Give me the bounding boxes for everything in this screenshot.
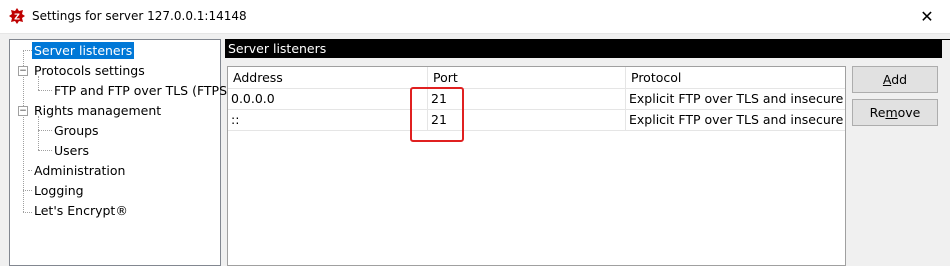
table-row[interactable]: :: 21 Explicit FTP over TLS and insecure… — [228, 110, 845, 131]
tree-item-administration[interactable]: Administration — [32, 162, 127, 179]
column-header-port[interactable]: Port — [428, 67, 626, 88]
cell-address[interactable]: :: — [228, 110, 428, 130]
tree-item-groups[interactable]: Groups — [52, 122, 101, 139]
vertical-scrollbar[interactable] — [942, 40, 950, 266]
remove-button-underline: m — [885, 105, 898, 120]
listeners-table[interactable]: Address Port Protocol 0.0.0.0 21 Explici… — [227, 66, 846, 266]
tree-item-logging[interactable]: Logging — [32, 182, 86, 199]
port-highlight-box — [410, 87, 464, 142]
expand-toggle-protocols[interactable]: − — [18, 66, 28, 76]
section-title: Server listeners — [225, 39, 950, 58]
remove-button[interactable]: Remove — [852, 99, 938, 126]
add-button[interactable]: Add — [852, 66, 938, 93]
table-row[interactable]: 0.0.0.0 21 Explicit FTP over TLS and ins… — [228, 89, 845, 110]
remove-button-rest: ove — [897, 105, 921, 120]
minus-icon: − — [19, 66, 27, 76]
tree-connector — [23, 190, 32, 191]
tree-connector — [38, 116, 39, 150]
minus-icon: − — [19, 106, 27, 116]
tree-item-ftp-ftps[interactable]: FTP and FTP over TLS (FTPS) — [52, 82, 234, 99]
tree-connector — [23, 212, 32, 213]
remove-button-prefix: Re — [869, 105, 886, 120]
tree-item-rights-management[interactable]: Rights management — [32, 102, 163, 119]
column-header-address[interactable]: Address — [228, 67, 428, 88]
tree-item-protocols-settings[interactable]: Protocols settings — [32, 62, 147, 79]
add-button-rest: dd — [891, 72, 908, 87]
close-button[interactable]: ✕ — [904, 0, 950, 32]
tree-item-users[interactable]: Users — [52, 142, 91, 159]
window-title: Settings for server 127.0.0.1:14148 — [32, 9, 247, 23]
tree-connector — [23, 50, 32, 51]
tree-connector — [38, 130, 52, 131]
tree-item-server-listeners[interactable]: Server listeners — [32, 42, 135, 59]
app-icon-letter: Z — [14, 13, 20, 22]
tree-connector — [38, 90, 52, 91]
expand-toggle-rights[interactable]: − — [18, 106, 28, 116]
close-icon: ✕ — [920, 6, 934, 26]
tree-connector — [38, 150, 52, 151]
settings-tree[interactable]: − − Server listeners Protocols settings … — [9, 39, 232, 266]
table-header: Address Port Protocol — [228, 67, 845, 89]
title-bar: Z Settings for server 127.0.0.1:14148 ✕ — [0, 0, 950, 34]
add-button-underline: A — [882, 72, 892, 87]
column-header-protocol[interactable]: Protocol — [626, 67, 845, 88]
cell-protocol[interactable]: Explicit FTP over TLS and insecure pla — [626, 110, 845, 130]
cell-address[interactable]: 0.0.0.0 — [228, 89, 428, 109]
filezilla-server-icon: Z — [9, 8, 25, 24]
tree-item-lets-encrypt[interactable]: Let's Encrypt® — [32, 202, 130, 219]
cell-protocol[interactable]: Explicit FTP over TLS and insecure pla — [626, 89, 845, 109]
